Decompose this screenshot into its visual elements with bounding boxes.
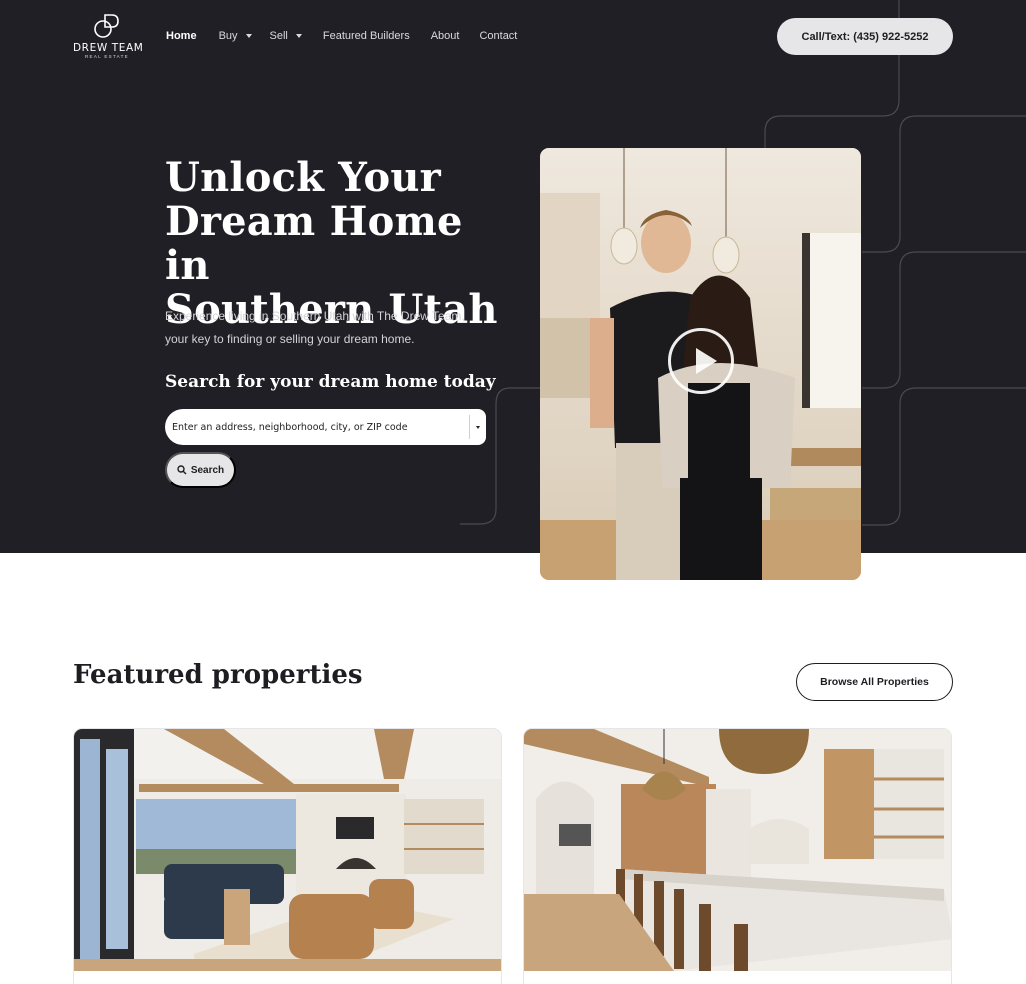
search-button[interactable]: Search	[165, 452, 236, 488]
nav-item-home[interactable]: Home	[166, 30, 197, 42]
property-card[interactable]	[73, 728, 502, 984]
search-button-label: Search	[190, 464, 225, 476]
hero-subtext-line: your key to finding or selling your drea…	[165, 331, 415, 346]
nav-item-label: Featured Builders	[322, 30, 410, 42]
search-input[interactable]	[165, 409, 469, 445]
nav-item-about[interactable]: About	[431, 30, 460, 42]
play-icon[interactable]	[668, 328, 734, 394]
chevron-down-icon	[476, 425, 480, 429]
logo-mark-icon	[94, 14, 119, 38]
search-box	[165, 409, 486, 445]
nav-item-sell[interactable]: Sell	[270, 30, 302, 42]
brand-logo[interactable]: DREW TEAM REAL ESTATE	[73, 12, 144, 62]
property-photo	[524, 729, 951, 971]
chevron-down-icon	[295, 34, 302, 38]
nav-item-label: Contact	[479, 30, 518, 42]
nav-item-label: Sell	[269, 30, 288, 42]
brand-tagline: REAL ESTATE	[85, 54, 129, 59]
nav-item-label: About	[430, 30, 460, 42]
hero-headline-line: Dream Home in	[165, 198, 463, 289]
hero-headline-line: Unlock Your	[165, 154, 441, 201]
property-card[interactable]	[523, 728, 952, 984]
search-heading: Search for your dream home today	[165, 372, 496, 392]
browse-all-properties-button[interactable]: Browse All Properties	[796, 663, 953, 701]
nav-item-label: Buy	[218, 30, 238, 42]
nav-item-contact[interactable]: Contact	[479, 30, 517, 42]
main-nav: Home Buy Sell Featured Builders About Co…	[166, 30, 517, 42]
featured-title: Featured properties	[73, 660, 363, 690]
hero-video[interactable]	[540, 148, 861, 580]
decorative-lines	[460, 0, 1026, 526]
brand-name: DREW TEAM	[73, 42, 144, 54]
call-text-button[interactable]: Call/Text: (435) 922-5252	[777, 18, 953, 55]
nav-item-buy[interactable]: Buy	[219, 30, 252, 42]
nav-item-featured-builders[interactable]: Featured Builders	[323, 30, 410, 42]
hero-subtext-line: Experience living in Southern Utah with …	[165, 309, 465, 323]
search-icon	[177, 465, 187, 475]
chevron-down-icon	[245, 34, 252, 38]
search-dropdown-toggle[interactable]	[470, 409, 486, 445]
property-photo	[74, 729, 501, 971]
nav-item-label: Home	[166, 30, 197, 42]
hero-section: DREW TEAM REAL ESTATE Home Buy Sell Feat…	[0, 0, 1026, 553]
hero-subtext: Experience living in Southern Utah with …	[165, 305, 485, 350]
